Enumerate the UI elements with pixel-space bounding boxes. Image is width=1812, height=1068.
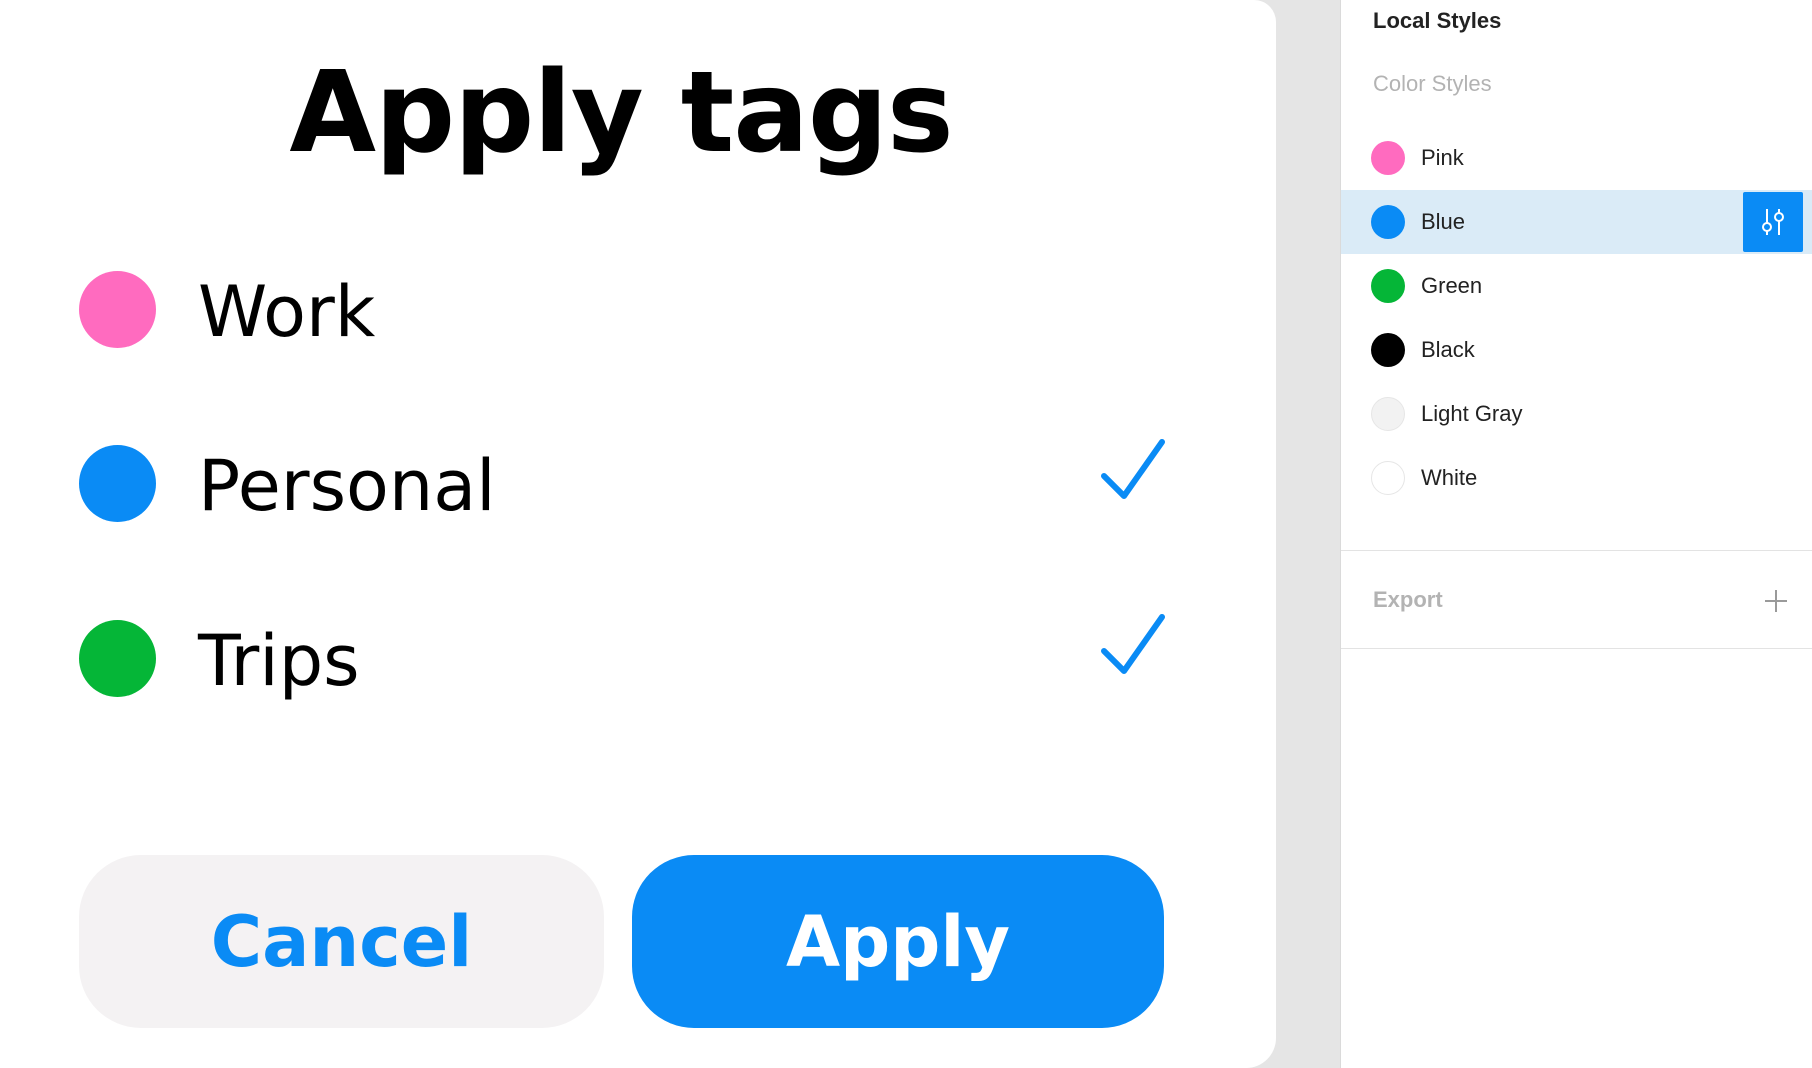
section-divider: [1341, 648, 1812, 649]
color-styles-heading: Color Styles: [1373, 71, 1492, 96]
tag-label: Trips: [198, 620, 360, 702]
style-item-light-gray[interactable]: Light Gray: [1341, 382, 1812, 446]
style-item-white[interactable]: White: [1341, 446, 1812, 510]
apply-button[interactable]: Apply: [632, 855, 1164, 1028]
tag-row-work[interactable]: Work: [0, 260, 1276, 360]
style-item-blue[interactable]: Blue: [1341, 190, 1812, 254]
dialog-title: Apply tags: [289, 48, 953, 178]
local-styles-panel: Local Styles Color Styles Pink Blue Gree…: [1340, 0, 1812, 1068]
adjust-sliders-icon: [1762, 209, 1784, 235]
tag-color-dot: [79, 445, 156, 522]
tag-row-personal[interactable]: Personal: [0, 434, 1276, 534]
tag-label: Personal: [198, 445, 496, 527]
style-item-black[interactable]: Black: [1341, 318, 1812, 382]
section-divider: [1341, 550, 1812, 551]
tag-row-trips[interactable]: Trips: [0, 609, 1276, 709]
color-swatch: [1371, 269, 1405, 303]
apply-tags-dialog: Apply tags Work Personal Trips Cancel Ap…: [0, 0, 1276, 1068]
export-heading: Export: [1373, 587, 1443, 612]
style-name: Pink: [1421, 145, 1464, 170]
style-item-green[interactable]: Green: [1341, 254, 1812, 318]
tag-color-dot: [79, 271, 156, 348]
color-swatch: [1371, 397, 1405, 431]
panel-title: Local Styles: [1373, 8, 1502, 33]
style-name: Blue: [1421, 209, 1466, 234]
style-name: Black: [1421, 337, 1475, 362]
tag-label: Work: [198, 271, 376, 353]
plus-icon: [1765, 590, 1787, 612]
style-name: Green: [1421, 273, 1483, 298]
cancel-button[interactable]: Cancel: [79, 855, 604, 1028]
checkmark-icon: [1101, 439, 1165, 499]
edit-style-button[interactable]: [1743, 192, 1803, 252]
style-name: White: [1421, 465, 1478, 490]
color-swatch: [1371, 205, 1405, 239]
style-name: Light Gray: [1421, 401, 1523, 426]
style-item-pink[interactable]: Pink: [1341, 126, 1812, 190]
checkmark-icon: [1101, 614, 1165, 674]
color-swatch: [1371, 461, 1405, 495]
tag-color-dot: [79, 620, 156, 697]
color-swatch: [1371, 141, 1405, 175]
color-swatch: [1371, 333, 1405, 367]
export-add-button[interactable]: [1759, 584, 1793, 618]
